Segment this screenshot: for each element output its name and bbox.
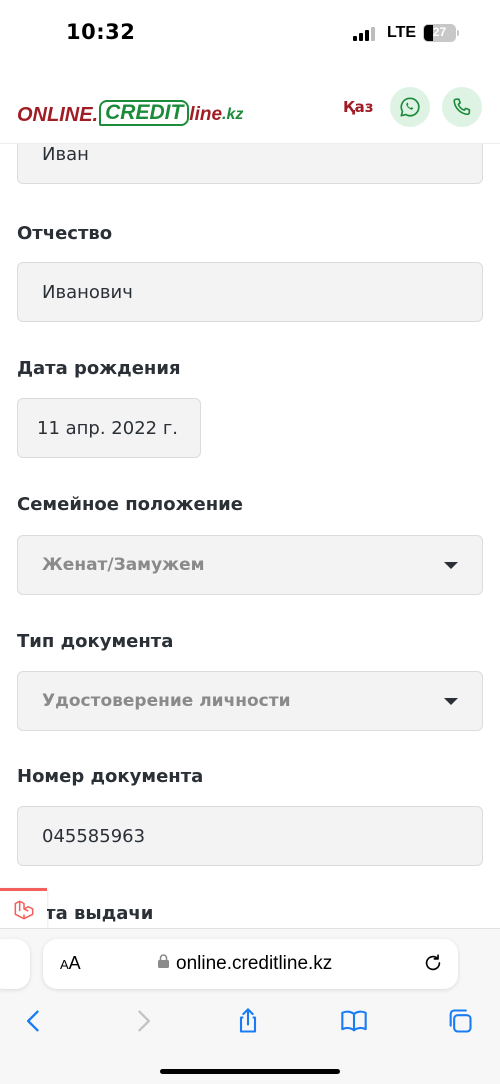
chevron-left-icon — [27, 1010, 39, 1032]
tabs-button[interactable] — [444, 1005, 476, 1037]
birth-date-value: 11 апр. 2022 г. — [37, 417, 179, 439]
phone-icon — [453, 98, 471, 116]
back-button[interactable] — [18, 1005, 50, 1037]
chevron-right-icon — [138, 1010, 150, 1032]
forward-button[interactable] — [127, 1005, 159, 1037]
share-button[interactable] — [232, 1005, 264, 1037]
document-type-label: Тип документа — [17, 631, 174, 652]
patronymic-label: Отчество — [17, 223, 113, 244]
document-number-label: Номер документа — [17, 766, 204, 787]
battery-level: 27 — [432, 25, 447, 39]
document-number-value: 045585963 — [42, 825, 146, 847]
status-bar: 10:32 LTE 27 — [0, 0, 500, 70]
url-text: online.creditline.kz — [176, 953, 333, 974]
application-form: Иван Отчество Иванович Дата рождения 11 … — [0, 144, 500, 928]
chevron-down-icon — [444, 562, 458, 569]
whatsapp-icon — [400, 97, 420, 117]
laravel-icon — [14, 900, 33, 919]
whatsapp-button[interactable] — [390, 87, 430, 127]
birth-date-label: Дата рождения — [17, 358, 181, 379]
document-type-value: Удостоверение личности — [42, 691, 291, 711]
marital-status-label: Семейное положение — [17, 494, 243, 515]
tabs-icon — [449, 1009, 472, 1033]
lock-icon — [157, 953, 170, 975]
birth-date-field[interactable]: 11 апр. 2022 г. — [17, 398, 201, 458]
network-type: LTE — [387, 24, 417, 41]
share-icon — [239, 1008, 257, 1033]
patronymic-value: Иванович — [42, 281, 133, 303]
status-time: 10:32 — [66, 20, 136, 44]
first-name-value: Иван — [42, 144, 89, 165]
phone-call-button[interactable] — [442, 87, 482, 127]
document-number-field[interactable]: 045585963 — [17, 806, 483, 866]
language-switch-link[interactable]: Қаз — [343, 98, 373, 116]
site-header: ONLINE. CREDIT line .kz Қаз — [0, 70, 500, 144]
bookmarks-button[interactable] — [338, 1005, 370, 1037]
site-logo[interactable]: ONLINE. CREDIT line .kz — [17, 92, 243, 126]
battery-cap — [457, 30, 459, 36]
address-bar[interactable]: AA online.creditline.kz — [43, 939, 458, 989]
book-icon — [341, 1010, 367, 1032]
reader-settings-button[interactable]: AA — [60, 953, 81, 974]
safari-toolbar: AA online.creditline.kz — [0, 928, 500, 1084]
battery-icon: 27 — [423, 24, 456, 42]
previous-tab-preview[interactable] — [0, 939, 30, 989]
signal-icon — [353, 27, 377, 41]
laravel-debugbar-button[interactable] — [0, 888, 47, 928]
document-type-select[interactable]: Удостоверение личности — [17, 671, 483, 731]
reload-icon[interactable] — [422, 952, 444, 974]
chevron-down-icon — [444, 698, 458, 705]
patronymic-field[interactable]: Иванович — [17, 262, 483, 322]
marital-status-select[interactable]: Женат/Замужем — [17, 535, 483, 595]
first-name-field[interactable]: Иван — [17, 144, 483, 184]
home-indicator — [160, 1069, 340, 1074]
marital-status-value: Женат/Замужем — [42, 555, 205, 575]
